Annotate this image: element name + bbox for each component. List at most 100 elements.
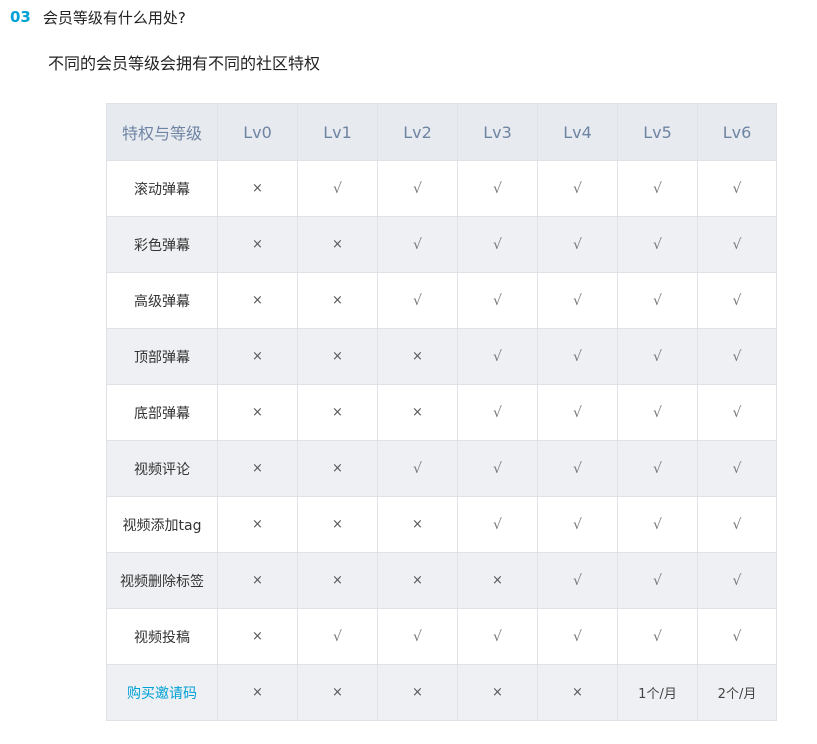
- check-mark: √: [537, 552, 618, 609]
- header-level-lv5: Lv5: [617, 103, 698, 161]
- check-mark: √: [617, 216, 698, 273]
- feature-name: 视频投稿: [106, 608, 218, 665]
- check-mark: √: [697, 216, 777, 273]
- check-mark: √: [617, 160, 698, 217]
- table-row: 视频评论 × × √ √ √ √ √: [106, 440, 777, 497]
- feature-name: 彩色弹幕: [106, 216, 218, 273]
- cross-mark: ×: [377, 328, 458, 385]
- cross-mark: ×: [217, 664, 298, 721]
- cross-mark: ×: [297, 664, 378, 721]
- faq-answer: 不同的会员等级会拥有不同的社区特权: [48, 54, 321, 73]
- header-level-lv2: Lv2: [377, 103, 458, 161]
- cross-mark: ×: [377, 496, 458, 553]
- cross-mark: ×: [217, 440, 298, 497]
- cross-mark: ×: [217, 496, 298, 553]
- check-mark: √: [697, 552, 777, 609]
- table-row: 高级弹幕 × × √ √ √ √ √: [106, 272, 777, 329]
- table-row: 顶部弹幕 × × × √ √ √ √: [106, 328, 777, 385]
- check-mark: √: [537, 384, 618, 441]
- cross-mark: ×: [297, 496, 378, 553]
- cross-mark: ×: [217, 552, 298, 609]
- table-header-row: 特权与等级 Lv0 Lv1 Lv2 Lv3 Lv4 Lv5 Lv6: [106, 103, 777, 161]
- cross-mark: ×: [297, 216, 378, 273]
- check-mark: √: [697, 272, 777, 329]
- table-body: 滚动弹幕 × √ √ √ √ √ √ 彩色弹幕 × × √ √ √ √ √ 高级弹幕 × × √ √ √ √ √ 顶部弹幕 × × ×…: [106, 160, 777, 721]
- cross-mark: ×: [217, 328, 298, 385]
- check-mark: √: [457, 496, 538, 553]
- check-mark: √: [457, 328, 538, 385]
- check-mark: √: [537, 216, 618, 273]
- table-row: 视频添加tag × × × √ √ √ √: [106, 496, 777, 553]
- table-row: 滚动弹幕 × √ √ √ √ √ √: [106, 160, 777, 217]
- check-mark: √: [457, 608, 538, 665]
- cross-mark: ×: [217, 608, 298, 665]
- cross-mark: ×: [217, 160, 298, 217]
- feature-name: 顶部弹幕: [106, 328, 218, 385]
- check-mark: √: [377, 216, 458, 273]
- check-mark: √: [457, 440, 538, 497]
- cross-mark: ×: [537, 664, 618, 721]
- check-mark: √: [377, 608, 458, 665]
- check-mark: √: [617, 384, 698, 441]
- check-mark: √: [537, 272, 618, 329]
- cross-mark: ×: [457, 664, 538, 721]
- feature-name: 滚动弹幕: [106, 160, 218, 217]
- table-row: 视频投稿 × √ √ √ √ √ √: [106, 608, 777, 665]
- cross-mark: ×: [297, 552, 378, 609]
- table-row: 购买邀请码 × × × × × 1个/月 2个/月: [106, 664, 777, 721]
- header-privilege-level: 特权与等级: [106, 103, 218, 161]
- check-mark: √: [617, 440, 698, 497]
- check-mark: √: [537, 160, 618, 217]
- check-mark: √: [377, 440, 458, 497]
- check-mark: √: [457, 160, 538, 217]
- cross-mark: ×: [297, 384, 378, 441]
- feature-name: 高级弹幕: [106, 272, 218, 329]
- check-mark: √: [457, 384, 538, 441]
- header-level-lv0: Lv0: [217, 103, 298, 161]
- check-mark: √: [617, 552, 698, 609]
- table-row: 彩色弹幕 × × √ √ √ √ √: [106, 216, 777, 273]
- check-mark: √: [377, 272, 458, 329]
- header-level-lv3: Lv3: [457, 103, 538, 161]
- feature-name: 视频添加tag: [106, 496, 218, 553]
- check-mark: √: [537, 328, 618, 385]
- cross-mark: ×: [377, 552, 458, 609]
- cross-mark: ×: [217, 216, 298, 273]
- cross-mark: ×: [297, 328, 378, 385]
- feature-name: 视频删除标签: [106, 552, 218, 609]
- question-number: 03: [10, 8, 31, 26]
- cross-mark: ×: [297, 440, 378, 497]
- check-mark: √: [297, 160, 378, 217]
- cross-mark: ×: [217, 384, 298, 441]
- check-mark: √: [697, 496, 777, 553]
- buy-invite-code-link[interactable]: 购买邀请码: [106, 664, 218, 721]
- check-mark: √: [377, 160, 458, 217]
- check-mark: √: [617, 496, 698, 553]
- check-mark: √: [537, 496, 618, 553]
- feature-name: 视频评论: [106, 440, 218, 497]
- question-title: 会员等级有什么用处?: [42, 8, 186, 27]
- check-mark: √: [697, 440, 777, 497]
- check-mark: √: [617, 272, 698, 329]
- check-mark: √: [297, 608, 378, 665]
- feature-name: 底部弹幕: [106, 384, 218, 441]
- table-row: 底部弹幕 × × × √ √ √ √: [106, 384, 777, 441]
- check-mark: √: [617, 608, 698, 665]
- check-mark: √: [457, 272, 538, 329]
- cross-mark: ×: [377, 384, 458, 441]
- check-mark: √: [697, 608, 777, 665]
- header-level-lv1: Lv1: [297, 103, 378, 161]
- faq-question: 03 会员等级有什么用处?: [10, 6, 186, 28]
- quota-cell: 1个/月: [617, 664, 698, 721]
- header-level-lv4: Lv4: [537, 103, 618, 161]
- privilege-table: 特权与等级 Lv0 Lv1 Lv2 Lv3 Lv4 Lv5 Lv6 滚动弹幕 × √ √ √ √ √ √ 彩…: [106, 103, 777, 721]
- cross-mark: ×: [297, 272, 378, 329]
- table-row: 视频删除标签 × × × × √ √ √: [106, 552, 777, 609]
- check-mark: √: [537, 440, 618, 497]
- cross-mark: ×: [457, 552, 538, 609]
- cross-mark: ×: [217, 272, 298, 329]
- quota-cell: 2个/月: [697, 664, 777, 721]
- check-mark: √: [697, 384, 777, 441]
- cross-mark: ×: [377, 664, 458, 721]
- check-mark: √: [457, 216, 538, 273]
